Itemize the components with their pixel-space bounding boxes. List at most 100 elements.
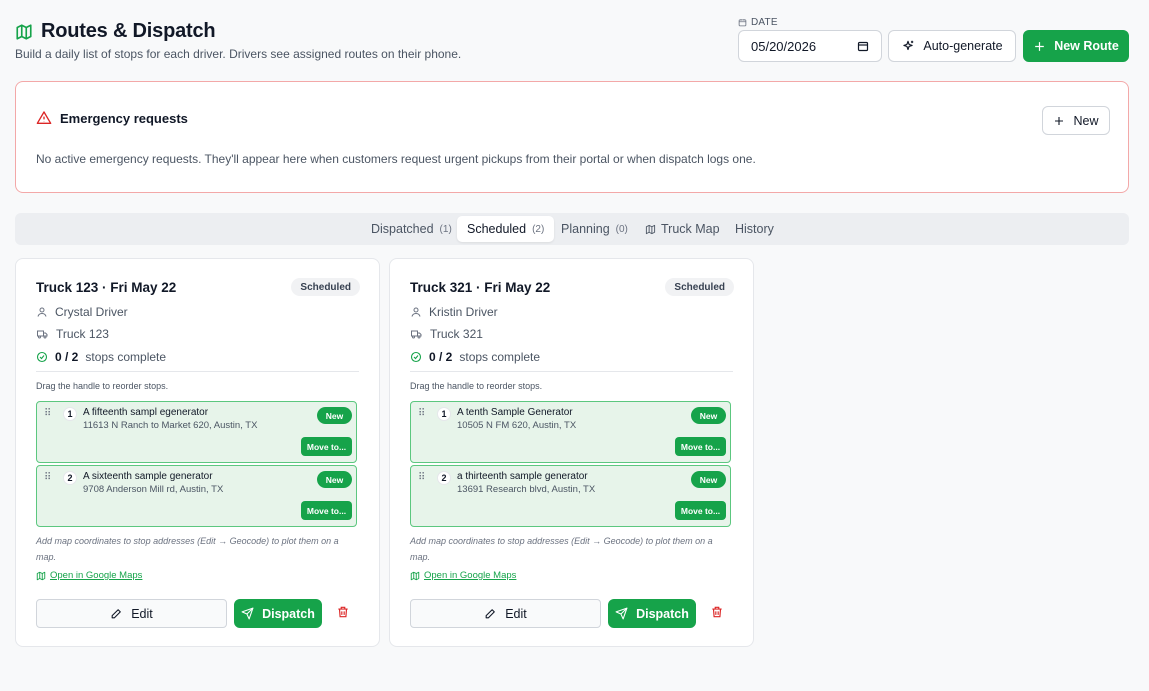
map-icon — [410, 571, 420, 580]
driver-name: Kristin Driver — [429, 305, 498, 319]
truck-icon — [411, 330, 422, 339]
progress-suffix: stops complete — [85, 350, 167, 364]
tab-count: (1) — [439, 223, 452, 235]
pencil-icon — [111, 609, 122, 619]
stop-number: 2 — [63, 471, 77, 485]
route-card: Truck 321 · Fri May 22 Scheduled Kristin… — [389, 258, 754, 647]
stop-number: 1 — [437, 407, 451, 421]
route-driver: Crystal Driver — [36, 305, 128, 319]
tab-dispatched[interactable]: Dispatched (1) — [361, 216, 462, 242]
new-route-label: New Route — [1054, 39, 1119, 53]
tab-truck-map[interactable]: Truck Map — [635, 216, 730, 242]
dispatch-button[interactable]: Dispatch — [608, 599, 696, 628]
move-to-button[interactable]: Move to... — [675, 501, 726, 520]
route-progress: 0 / 2 stops complete — [410, 350, 540, 364]
stop-number: 1 — [63, 407, 77, 421]
check-circle-icon — [36, 351, 48, 363]
stop-address: 10505 N FM 620, Austin, TX — [457, 420, 577, 431]
stop-name: A tenth Sample Generator — [457, 407, 573, 418]
drag-handle-icon[interactable]: ⠿ — [44, 472, 51, 483]
drag-handle-icon[interactable]: ⠿ — [418, 408, 425, 419]
stop-status-badge: New — [317, 471, 352, 488]
open-google-maps-link[interactable]: Open in Google Maps — [410, 570, 516, 581]
emergency-title-text: Emergency requests — [60, 110, 188, 126]
progress-count: 0 / 2 — [429, 350, 453, 364]
divider — [410, 371, 733, 372]
move-to-button[interactable]: Move to... — [301, 437, 352, 456]
auto-generate-label: Auto-generate — [923, 39, 1003, 53]
tab-count: (2) — [532, 223, 545, 235]
date-label-text: DATE — [751, 17, 778, 28]
move-to-button[interactable]: Move to... — [301, 501, 352, 520]
user-icon — [411, 307, 421, 317]
trash-icon[interactable] — [710, 605, 724, 619]
stop-status-badge: New — [317, 407, 352, 424]
route-title: Truck 123 · Fri May 22 — [36, 280, 177, 295]
emergency-new-label: New — [1073, 113, 1099, 128]
edit-label: Edit — [131, 606, 153, 621]
tab-planning[interactable]: Planning (0) — [551, 216, 638, 242]
route-truck: Truck 123 — [36, 327, 109, 341]
stop-address: 13691 Research blvd, Austin, TX — [457, 484, 596, 495]
new-route-button[interactable]: New Route — [1023, 30, 1129, 62]
map-icon — [645, 224, 656, 234]
dispatch-label: Dispatch — [262, 606, 315, 621]
sparkles-icon — [903, 40, 914, 51]
tab-label: Planning — [561, 222, 610, 236]
route-driver: Kristin Driver — [410, 305, 498, 319]
reorder-hint: Drag the handle to reorder stops. — [410, 381, 543, 391]
open-google-maps-link[interactable]: Open in Google Maps — [36, 570, 142, 581]
trash-icon[interactable] — [336, 605, 350, 619]
send-icon — [241, 607, 254, 620]
map-icon — [16, 23, 32, 40]
date-label: DATE — [738, 17, 778, 28]
route-progress: 0 / 2 stops complete — [36, 350, 166, 364]
user-icon — [37, 307, 47, 317]
edit-button[interactable]: Edit — [36, 599, 227, 628]
edit-button[interactable]: Edit — [410, 599, 601, 628]
stop-name: A fifteenth sampl egenerator — [83, 407, 209, 418]
dispatch-button[interactable]: Dispatch — [234, 599, 322, 628]
tab-label: Dispatched — [371, 222, 434, 236]
stop-address: 11613 N Ranch to Market 620, Austin, TX — [83, 420, 258, 431]
stop-name: a thirteenth sample generator — [457, 471, 588, 482]
route-tabs: Dispatched (1) Scheduled (2) Planning (0… — [15, 213, 1129, 245]
tab-history[interactable]: History — [725, 216, 784, 242]
dispatch-label: Dispatch — [636, 606, 689, 621]
calendar-icon — [738, 19, 747, 27]
geocode-note: Add map coordinates to stop addresses (E… — [410, 536, 713, 562]
check-circle-icon — [410, 351, 422, 363]
page-subtitle: Build a daily list of stops for each dri… — [15, 47, 462, 61]
stop-name: A sixteenth sample generator — [83, 471, 213, 482]
move-to-button[interactable]: Move to... — [675, 437, 726, 456]
emergency-title: Emergency requests — [36, 110, 188, 126]
truck-name: Truck 321 — [430, 327, 483, 341]
divider — [36, 371, 359, 372]
open-google-maps-label: Open in Google Maps — [50, 570, 143, 581]
stop-status-badge: New — [691, 471, 726, 488]
drag-handle-icon[interactable]: ⠿ — [44, 408, 51, 419]
tab-label: History — [735, 222, 774, 236]
open-google-maps-label: Open in Google Maps — [424, 570, 517, 581]
truck-name: Truck 123 — [56, 327, 109, 341]
progress-suffix: stops complete — [459, 350, 541, 364]
emergency-new-button[interactable]: New — [1042, 106, 1110, 135]
plus-icon — [1055, 116, 1064, 125]
plus-icon — [1035, 41, 1045, 51]
drag-handle-icon[interactable]: ⠿ — [418, 472, 425, 483]
tab-count: (0) — [615, 223, 628, 235]
reorder-hint: Drag the handle to reorder stops. — [36, 381, 169, 391]
tab-scheduled[interactable]: Scheduled (2) — [457, 216, 555, 242]
calendar-picker-icon[interactable] — [857, 40, 869, 52]
auto-generate-button[interactable]: Auto-generate — [888, 30, 1016, 62]
stop-item[interactable]: ⠿ 1 A tenth Sample Generator 10505 N FM … — [410, 401, 731, 463]
stop-item[interactable]: ⠿ 2 a thirteenth sample generator 13691 … — [410, 465, 731, 527]
date-input[interactable]: 05/20/2026 — [738, 30, 882, 62]
stop-item[interactable]: ⠿ 2 A sixteenth sample generator 9708 An… — [36, 465, 357, 527]
geocode-note: Add map coordinates to stop addresses (E… — [36, 536, 339, 562]
send-icon — [615, 607, 628, 620]
pencil-icon — [485, 609, 496, 619]
warning-icon — [36, 111, 52, 124]
page-title: Routes & Dispatch — [41, 20, 216, 42]
stop-item[interactable]: ⠿ 1 A fifteenth sampl egenerator 11613 N… — [36, 401, 357, 463]
